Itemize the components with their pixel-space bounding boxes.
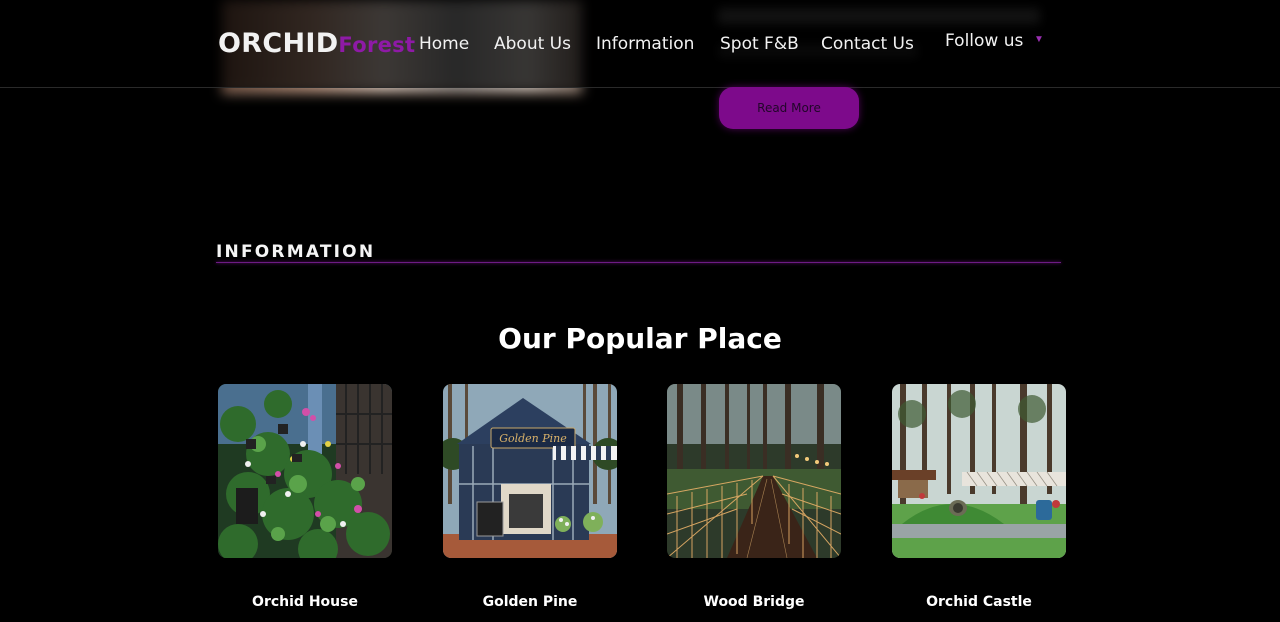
orchid-house-image[interactable] bbox=[218, 384, 392, 558]
nav-contact-us[interactable]: Contact Us bbox=[821, 34, 914, 54]
place-name[interactable]: Wood Bridge bbox=[647, 594, 861, 610]
place-card-wood-bridge[interactable]: Wood Bridge bbox=[667, 384, 841, 610]
place-card-orchid-house[interactable]: Orchid House bbox=[218, 384, 392, 610]
orchid-castle-image[interactable] bbox=[892, 384, 1066, 558]
golden-pine-sign: Golden Pine bbox=[499, 432, 567, 445]
read-more-button[interactable]: Read More bbox=[719, 87, 859, 129]
nav-home[interactable]: Home bbox=[419, 34, 469, 54]
place-name[interactable]: Orchid House bbox=[198, 594, 412, 610]
site-header: ORCHIDForest Home About Us Information S… bbox=[0, 0, 1280, 88]
nav-follow-us[interactable]: Follow us bbox=[945, 31, 1023, 51]
caret-down-icon[interactable]: ▼ bbox=[1034, 34, 1044, 45]
place-card-golden-pine[interactable]: Golden Pine Golden Pine bbox=[443, 384, 617, 610]
logo-secondary-text: Forest bbox=[338, 33, 416, 57]
nav-information[interactable]: Information bbox=[596, 34, 694, 54]
popular-places-title: Our Popular Place bbox=[498, 322, 782, 355]
section-heading-information: INFORMATION bbox=[216, 242, 376, 262]
wood-bridge-image[interactable] bbox=[667, 384, 841, 558]
place-name[interactable]: Orchid Castle bbox=[872, 594, 1086, 610]
place-card-orchid-castle[interactable]: Orchid Castle bbox=[892, 384, 1066, 610]
place-name[interactable]: Golden Pine bbox=[423, 594, 637, 610]
section-divider bbox=[216, 262, 1061, 263]
nav-about-us[interactable]: About Us bbox=[494, 34, 571, 54]
golden-pine-image[interactable]: Golden Pine bbox=[443, 384, 617, 558]
nav-spot-fnb[interactable]: Spot F&B bbox=[720, 34, 799, 54]
logo-primary-text: ORCHID bbox=[218, 28, 339, 59]
site-logo[interactable]: ORCHIDForest bbox=[218, 28, 415, 59]
